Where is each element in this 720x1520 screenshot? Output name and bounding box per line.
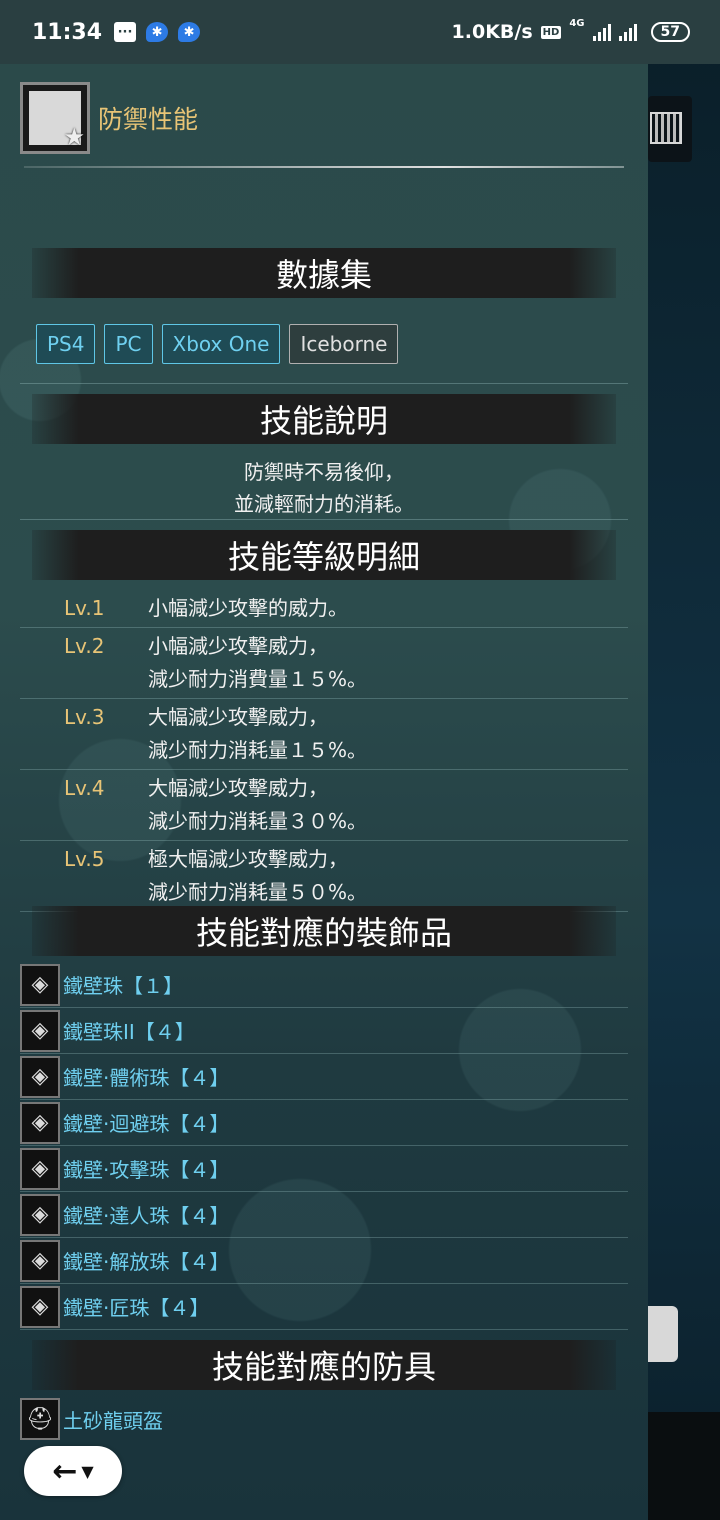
divider (20, 519, 628, 520)
level-text: 大幅減少攻擊威力， 減少耐力消耗量３０%。 (148, 776, 368, 833)
level-text: 極大幅減少攻擊威力， 減少耐力消耗量５０%。 (148, 847, 368, 904)
description-line: 並減輕耐力的消耗。 (234, 492, 414, 516)
battery-icon: 57 (650, 22, 690, 42)
section-description: 技能說明 (32, 394, 616, 444)
divider (20, 383, 628, 384)
decoration-link[interactable]: 鐵壁珠II【４】 (63, 1016, 195, 1045)
decoration-gem-icon: ◈ (20, 1239, 60, 1282)
tag-ps4[interactable]: PS4 (36, 324, 96, 364)
decoration-gem-icon: ◈ (20, 1193, 60, 1236)
decoration-link[interactable]: 鐵壁·達人珠【４】 (63, 1200, 229, 1229)
level-row: Lv.2 小幅減少攻擊威力， 減少耐力消費量１５%。 (20, 628, 628, 699)
tag-iceborne[interactable]: Iceborne (289, 324, 399, 364)
star-icon: ★ (63, 123, 85, 151)
network-type: 4G (569, 18, 585, 29)
skill-title: 防禦性能 (98, 105, 199, 134)
decoration-item[interactable]: ◈ 鐵壁·體術珠【４】 (20, 1054, 628, 1100)
decoration-gem-icon: ◈ (20, 1101, 60, 1144)
level-text: 大幅減少攻擊威力， 減少耐力消耗量１５%。 (148, 705, 368, 762)
background-footer (648, 1412, 720, 1520)
decoration-gem-icon: ◈ (20, 1285, 60, 1328)
decoration-link[interactable]: 鐵壁·解放珠【４】 (63, 1246, 229, 1275)
decoration-link[interactable]: 鐵壁·迴避珠【４】 (63, 1108, 229, 1137)
skill-header: ★ 防禦性能 (20, 82, 198, 154)
armor-link[interactable]: 土砂龍頭盔 (63, 1405, 163, 1434)
tag-pc[interactable]: PC (104, 324, 153, 364)
back-button[interactable]: ← ▼ (24, 1446, 122, 1496)
level-text: 小幅減少攻擊的威力。 (148, 596, 348, 620)
chevron-down-icon: ▼ (81, 1461, 94, 1481)
decoration-item[interactable]: ◈ 鐵壁·匠珠【４】 (20, 1284, 628, 1330)
section-armor: 技能對應的防具 (32, 1340, 616, 1390)
app-notification-icon: ✱ (146, 22, 169, 42)
level-label: Lv.5 (64, 847, 105, 871)
decoration-item[interactable]: ◈ 鐵壁珠【１】 (20, 962, 628, 1008)
armor-item[interactable]: ⛑ 土砂龍頭盔 (20, 1398, 163, 1440)
skill-drawer: ★ 防禦性能 數據集 PS4 PC Xbox One Iceborne 技能說明… (0, 0, 648, 1520)
decoration-item[interactable]: ◈ 鐵壁·攻擊珠【４】 (20, 1146, 628, 1192)
level-row: Lv.4 大幅減少攻擊威力， 減少耐力消耗量３０%。 (20, 770, 628, 841)
status-bar: 11:34 ··· ✱ ✱ 1.0KB/s HD 4G 57 (0, 0, 720, 64)
level-label: Lv.4 (64, 776, 105, 800)
decoration-item[interactable]: ◈ 鐵壁珠II【４】 (20, 1008, 628, 1054)
tag-xbox-one[interactable]: Xbox One (161, 324, 281, 364)
decoration-gem-icon: ◈ (20, 1147, 60, 1190)
section-decorations: 技能對應的裝飾品 (32, 906, 616, 956)
app-notification-icon-2: ✱ (178, 22, 201, 42)
section-dataset: 數據集 (32, 248, 616, 298)
level-label: Lv.2 (64, 634, 105, 658)
shield-skill-icon: ★ (20, 82, 90, 154)
level-row: Lv.5 極大幅減少攻擊威力， 減少耐力消耗量５０%。 (20, 841, 628, 912)
description-line: 防禦時不易後仰， (244, 460, 404, 484)
level-text: 小幅減少攻擊威力， 減少耐力消費量１５%。 (148, 634, 368, 691)
decoration-item[interactable]: ◈ 鐵壁·解放珠【４】 (20, 1238, 628, 1284)
level-list: Lv.1 小幅減少攻擊的威力。 Lv.2 小幅減少攻擊威力， 減少耐力消費量１５… (20, 590, 628, 912)
decoration-list: ◈ 鐵壁珠【１】 ◈ 鐵壁珠II【４】 ◈ 鐵壁·體術珠【４】 ◈ 鐵壁·迴避珠… (20, 962, 628, 1330)
hd-badge: HD (540, 25, 562, 39)
network-speed: 1.0KB/s (451, 21, 533, 43)
arrow-left-icon: ← (52, 1453, 78, 1489)
section-level-detail: 技能等級明細 (32, 530, 616, 580)
level-row: Lv.3 大幅減少攻擊威力， 減少耐力消耗量１５%。 (20, 699, 628, 770)
message-icon: ··· (114, 22, 137, 42)
decoration-gem-icon: ◈ (20, 1055, 60, 1098)
level-label: Lv.3 (64, 705, 105, 729)
decoration-gem-icon: ◈ (20, 963, 60, 1006)
level-row: Lv.1 小幅減少攻擊的威力。 (20, 590, 628, 628)
decoration-gem-icon: ◈ (20, 1009, 60, 1052)
level-label: Lv.1 (64, 596, 105, 620)
status-time: 11:34 (32, 19, 103, 45)
signal-icon-2 (618, 23, 637, 41)
decoration-link[interactable]: 鐵壁·攻擊珠【４】 (63, 1154, 229, 1183)
decoration-link[interactable]: 鐵壁·匠珠【４】 (63, 1292, 209, 1321)
decoration-item[interactable]: ◈ 鐵壁·迴避珠【４】 (20, 1100, 628, 1146)
platform-tags: PS4 PC Xbox One Iceborne (36, 324, 399, 364)
qr-code-icon[interactable] (648, 96, 692, 162)
background-page (648, 0, 720, 1520)
decoration-item[interactable]: ◈ 鐵壁·達人珠【４】 (20, 1192, 628, 1238)
background-button (648, 1306, 678, 1362)
skill-description: 防禦時不易後仰， 並減輕耐力的消耗。 (20, 456, 628, 520)
decoration-link[interactable]: 鐵壁·體術珠【４】 (63, 1062, 229, 1091)
signal-icon (592, 23, 611, 41)
decoration-link[interactable]: 鐵壁珠【１】 (63, 970, 183, 999)
helmet-icon: ⛑ (20, 1398, 60, 1440)
header-divider (24, 166, 624, 168)
